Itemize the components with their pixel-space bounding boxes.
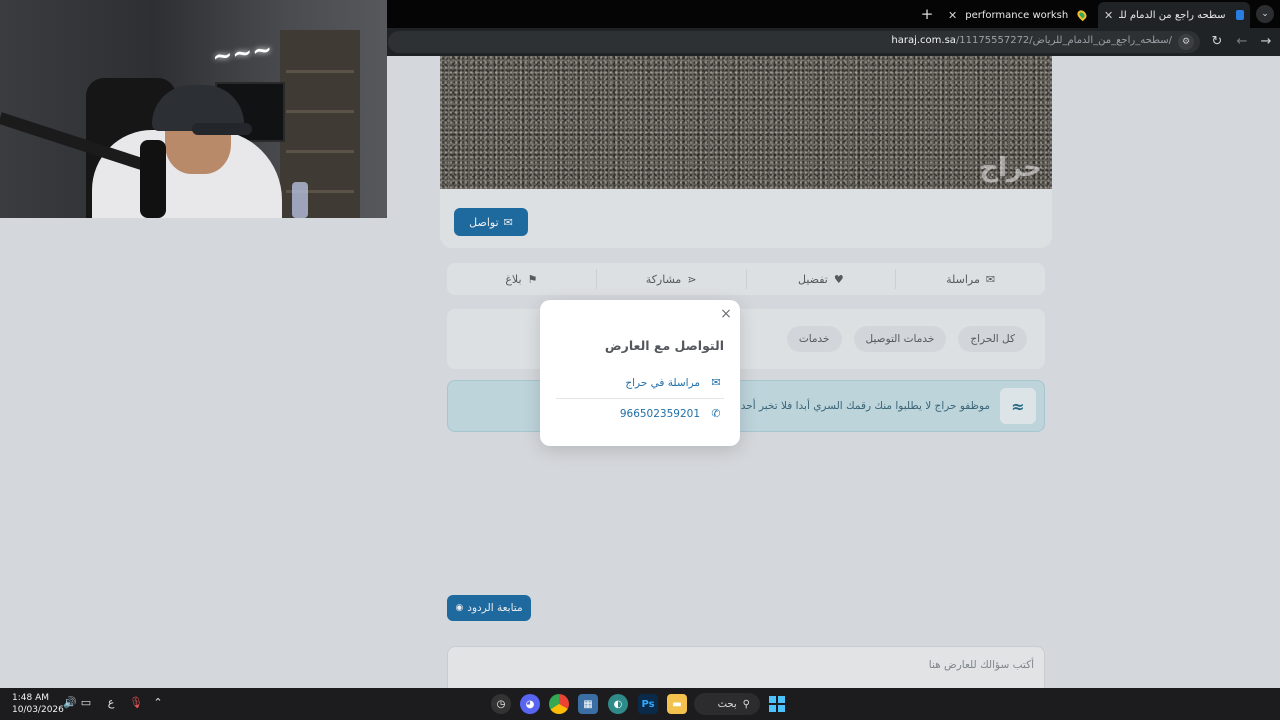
url-text: haraj.com.sa/11175557272/سطحه_راجع_من_ال… (891, 35, 1172, 46)
back-icon[interactable]: → (1258, 34, 1274, 50)
tab-title: سطحه راجع من الدمام للرياض | ح (1119, 9, 1226, 21)
taskbar-search[interactable]: ⚲ بحث (694, 693, 760, 715)
start-button-icon[interactable] (769, 696, 785, 712)
address-bar[interactable]: ⚙ haraj.com.sa/11175557272/سطحه_راجع_من_… (388, 31, 1200, 53)
tab-active[interactable]: سطحه راجع من الدمام للرياض | ح ✕ (1098, 2, 1250, 28)
clock-date: 10/03/2026 (12, 705, 64, 715)
microphone-icon[interactable]: 🎙 (128, 696, 144, 709)
volume-icon[interactable]: 🔊 (62, 696, 78, 709)
reload-icon[interactable]: ↻ (1209, 34, 1225, 50)
edge-icon[interactable]: ◐ (608, 694, 628, 714)
haraj-favicon-icon (1235, 10, 1244, 20)
tab-speedtech[interactable]: Speedtech performance worksh ✕ (942, 4, 1092, 26)
clock-time: 1:48 AM (12, 693, 49, 703)
tray-chevron-icon[interactable]: ⌃ (150, 696, 166, 709)
file-explorer-icon[interactable]: ▬ (667, 694, 687, 714)
message-in-haraj-option[interactable]: ✉ مراسلة في حراج (556, 376, 722, 389)
webcam-overlay: ~~~ (0, 0, 387, 218)
forward-icon[interactable]: ← (1234, 34, 1250, 50)
photoshop-icon[interactable]: Ps (638, 694, 658, 714)
tab-title: Speedtech performance worksh (963, 9, 1069, 21)
modal-title: التواصل مع العارض (604, 338, 724, 353)
clock-app-icon[interactable]: ◷ (491, 694, 511, 714)
phone-number: 966502359201 (619, 407, 700, 420)
contact-seller-modal: × التواصل مع العارض ✉ مراسلة في حراج ✆ 9… (540, 300, 740, 446)
system-clock[interactable]: 1:48 AM 10/03/2026 (12, 692, 64, 716)
search-icon: ⚲ (742, 698, 750, 710)
close-icon[interactable]: × (718, 306, 734, 322)
maps-favicon-icon (1075, 8, 1089, 22)
divider (556, 398, 724, 399)
envelope-icon: ✉ (711, 376, 721, 389)
task-view-icon[interactable]: ▦ (578, 694, 598, 714)
phone-icon: ✆ (711, 407, 721, 420)
message-option-label: مراسلة في حراج (625, 376, 700, 389)
network-icon[interactable]: ▭ (78, 696, 94, 709)
search-label: بحث (717, 698, 737, 710)
discord-icon[interactable]: ◕ (520, 694, 540, 714)
phone-option[interactable]: ✆ 966502359201 (556, 407, 722, 420)
chrome-icon[interactable] (549, 694, 569, 714)
tab-close-icon[interactable]: ✕ (1098, 9, 1119, 22)
input-language[interactable]: ع (103, 696, 119, 709)
new-tab-icon[interactable]: + (918, 4, 936, 24)
tab-close-icon[interactable]: ✕ (942, 9, 963, 22)
windows-taskbar: 1:48 AM 10/03/2026 🔊 ▭ ع 🎙 ⌃ ◷ ◕ ▦ ◐ Ps … (0, 688, 1280, 720)
tab-search-icon[interactable]: ⌄ (1256, 5, 1274, 23)
site-info-icon[interactable]: ⚙ (1178, 34, 1194, 50)
